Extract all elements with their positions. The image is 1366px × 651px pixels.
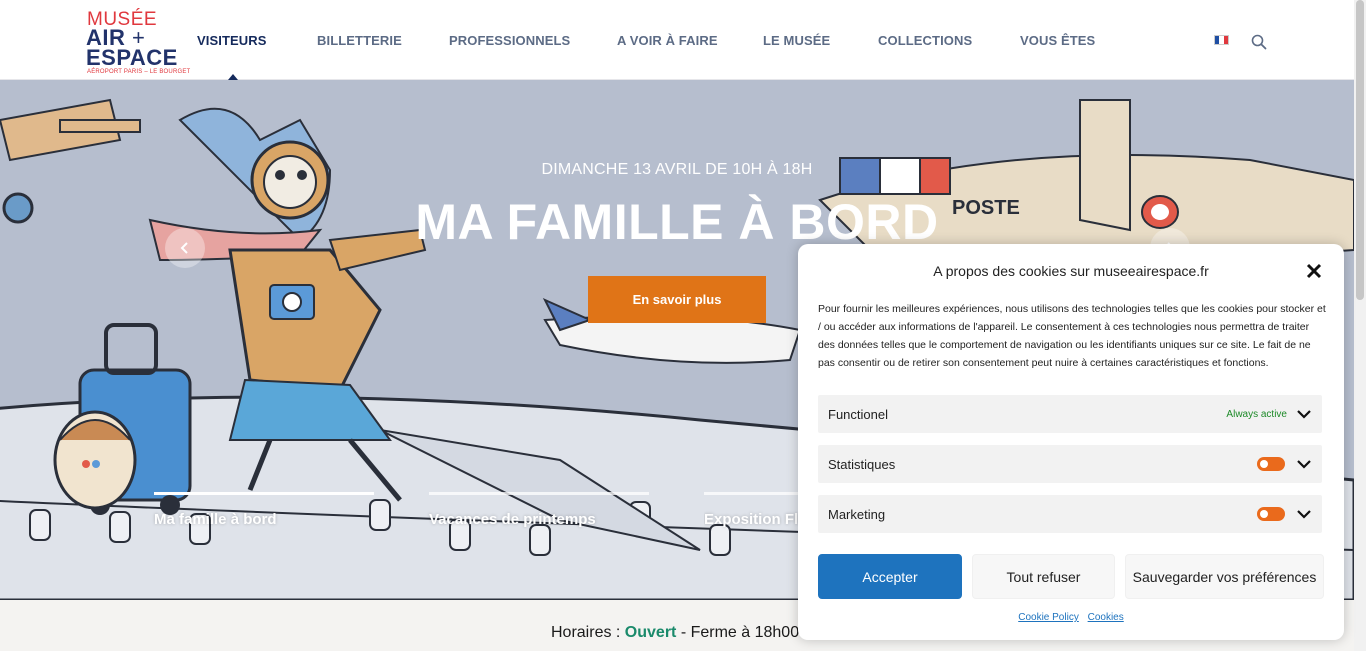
accept-cookies-button[interactable]: Accepter: [818, 554, 962, 599]
nav-item-le-musee[interactable]: LE MUSÉE: [763, 33, 830, 48]
opening-status: Ouvert: [624, 624, 677, 641]
statistics-toggle[interactable]: [1257, 457, 1285, 471]
refuse-cookies-button[interactable]: Tout refuser: [972, 554, 1115, 599]
cookie-category-statistics[interactable]: Statistiques: [818, 445, 1322, 483]
site-logo[interactable]: MUSÉE AIR + ESPACE AÉROPORT PARIS – LE B…: [86, 10, 190, 76]
chevron-down-icon[interactable]: [1296, 458, 1312, 470]
logo-tagline: AÉROPORT PARIS – LE BOURGET: [87, 69, 191, 75]
opening-hours-label: Horaires :: [551, 624, 625, 641]
hero-date: DIMANCHE 13 AVRIL DE 10H À 18H: [541, 161, 813, 178]
cookie-links: Cookie Policy Cookies: [798, 612, 1344, 623]
category-name: Marketing: [828, 507, 886, 522]
marketing-toggle[interactable]: [1257, 507, 1285, 521]
slide-tab-vacances[interactable]: Vacances de printemps: [429, 492, 649, 532]
slider-prev-button[interactable]: [165, 228, 205, 268]
site-header: MUSÉE AIR + ESPACE AÉROPORT PARIS – LE B…: [0, 0, 1354, 80]
category-name: Statistiques: [828, 457, 896, 472]
category-name: Functionel: [828, 407, 888, 422]
scrollbar-thumb[interactable]: [1356, 0, 1364, 300]
always-active-label: Always active: [1226, 409, 1287, 420]
nav-item-professionnels[interactable]: PROFESSIONNELS: [449, 33, 570, 48]
cookie-title: A propos des cookies sur museeairespace.…: [933, 263, 1209, 279]
search-icon[interactable]: [1251, 34, 1267, 50]
cookie-consent-panel: A propos des cookies sur museeairespace.…: [798, 244, 1344, 640]
close-icon[interactable]: [1304, 261, 1324, 281]
cookie-policy-link[interactable]: Cookie Policy: [1018, 612, 1079, 623]
opening-hours-line: Horaires : Ouvert - Ferme à 18h00: [551, 624, 799, 642]
page-scrollbar[interactable]: [1354, 0, 1366, 651]
save-preferences-button[interactable]: Sauvegarder vos préférences: [1125, 554, 1324, 599]
hero-cta-button[interactable]: En savoir plus: [588, 276, 766, 323]
chevron-down-icon[interactable]: [1296, 408, 1312, 420]
nav-item-visiteurs[interactable]: VISITEURS: [197, 33, 267, 48]
nav-item-vous-etes[interactable]: VOUS ÊTES: [1020, 33, 1095, 48]
chevron-left-icon: [180, 242, 188, 254]
nav-item-billetterie[interactable]: BILLETTERIE: [317, 33, 402, 48]
logo-line-espace: ESPACE: [86, 45, 178, 70]
french-flag-icon[interactable]: [1214, 35, 1229, 45]
cookie-category-marketing[interactable]: Marketing: [818, 495, 1322, 533]
chevron-down-icon[interactable]: [1296, 508, 1312, 520]
nav-item-collections[interactable]: COLLECTIONS: [878, 33, 972, 48]
opening-hours-detail: - Ferme à 18h00: [676, 624, 800, 641]
slide-tab-exposition[interactable]: Exposition Fli: [704, 492, 804, 532]
cookies-link[interactable]: Cookies: [1088, 612, 1124, 623]
slide-tab-ma-famille[interactable]: Ma famille à bord: [154, 492, 374, 532]
nav-item-a-voir-a-faire[interactable]: A VOIR À FAIRE: [617, 33, 718, 48]
cookie-description: Pour fournir les meilleures expériences,…: [818, 303, 1326, 369]
cookie-category-functional[interactable]: Functionel Always active: [818, 395, 1322, 433]
